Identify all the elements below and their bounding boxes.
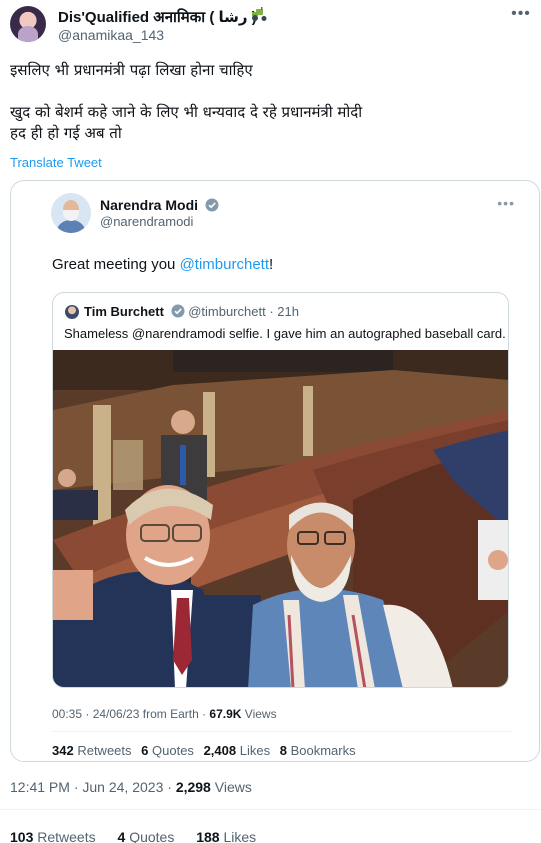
quoted-likes-count: 2,408 (203, 743, 237, 758)
tweet-text: इसलिए भी प्रधानमंत्री पढ़ा लिखा होना चाह… (10, 60, 530, 144)
quoted-likes-stat[interactable]: 2,408 Likes (204, 743, 271, 758)
inner-tweet-text: Shameless @narendramodi selfie. I gave h… (64, 326, 506, 341)
tractor-icon (252, 7, 267, 21)
timestamp-separator-1: · (69, 779, 83, 795)
inner-author-header: Tim Burchett @timburchett · 21h (84, 304, 299, 319)
quotes-stat[interactable]: 4 Quotes (118, 829, 175, 843)
timestamp-date[interactable]: Jun 24, 2023 (82, 779, 163, 795)
quoted-bookmarks-stat[interactable]: 8 Bookmarks (280, 743, 356, 758)
quoted-bookmarks-count: 8 (279, 743, 287, 758)
quoted-quotes-stat[interactable]: 6 Quotes (141, 743, 194, 758)
timestamp-separator-2: · (163, 779, 176, 795)
quoted-retweets-label: Retweets (77, 743, 132, 758)
tweet-header: Dis'Qualified अनामिका ( رشا ) @anamikaa_… (0, 0, 541, 50)
verified-icon (205, 198, 219, 212)
tweet-stats: 103 Retweets 4 Quotes 188 Likes (10, 829, 274, 843)
quoted-meta-views: 67.9K (209, 707, 242, 721)
quoted-likes-label: Likes (239, 743, 271, 758)
quoted-text-suffix: ! (269, 256, 274, 273)
likes-label: Likes (223, 829, 257, 843)
retweets-label: Retweets (37, 829, 96, 843)
retweets-count: 103 (10, 829, 34, 843)
selfie-photo[interactable] (53, 350, 509, 688)
author-display-name[interactable]: Dis'Qualified अनामिका ( رشا ) (58, 7, 257, 27)
tweet-timestamp: 12:41 PM · Jun 24, 2023 · 2,298 Views (10, 779, 252, 795)
quoted-more-icon[interactable]: ••• (497, 195, 515, 211)
translate-tweet-link[interactable]: Translate Tweet (10, 155, 102, 170)
quoted-meta-views-label: Views (244, 707, 277, 721)
views-label: Views (214, 779, 252, 795)
quotes-label: Quotes (129, 829, 175, 843)
quoted-tweet-meta: 00:35 · 24/06/23 from Earth · 67.9K View… (52, 707, 277, 721)
quoted-retweets-stat[interactable]: 342 Retweets (52, 743, 132, 758)
inner-tweet-age: · 21h (269, 304, 299, 319)
quoted-quotes-count: 6 (141, 743, 149, 758)
quoted-retweets-count: 342 (52, 743, 74, 758)
quotes-count: 4 (117, 829, 126, 843)
tweet-line-2: खुद को बेशर्म कहे जाने के लिए भी धन्यवाद… (10, 103, 363, 121)
quoted-author-handle[interactable]: @narendramodi (100, 214, 193, 229)
quoted-author-name-text: Narendra Modi (100, 197, 199, 213)
tweet-line-spacer (10, 81, 530, 102)
inner-quoted-tweet[interactable]: Tim Burchett @timburchett · 21h Shameles… (52, 292, 509, 688)
author-handle[interactable]: @anamikaa_143 (58, 27, 164, 43)
quoted-text-prefix: Great meeting you (52, 256, 180, 273)
tweet-line-3: हद ही हो गई अब तो (10, 124, 122, 142)
quoted-divider (52, 731, 512, 732)
retweets-stat[interactable]: 103 Retweets (10, 829, 96, 843)
quoted-tweet-card[interactable]: Narendra Modi @narendramodi ••• Great me… (10, 180, 540, 762)
more-options-icon[interactable]: ••• (511, 6, 531, 26)
timestamp-time[interactable]: 12:41 PM (10, 779, 70, 795)
mention-link[interactable]: @timburchett (180, 256, 269, 273)
views-count: 2,298 (175, 779, 211, 795)
quoted-stats: 342 Retweets 6 Quotes 2,408 Likes 8 Book… (52, 743, 362, 758)
likes-stat[interactable]: 188 Likes (196, 829, 256, 843)
quoted-author-name[interactable]: Narendra Modi (100, 197, 219, 213)
inner-author-name[interactable]: Tim Burchett (84, 304, 164, 319)
likes-count: 188 (196, 829, 220, 843)
author-avatar[interactable] (10, 6, 46, 42)
quoted-quotes-label: Quotes (152, 743, 194, 758)
stats-divider (0, 809, 541, 810)
quoted-bookmarks-label: Bookmarks (290, 743, 356, 758)
tweet-line-1: इसलिए भी प्रधानमंत्री पढ़ा लिखा होना चाह… (10, 61, 253, 79)
quoted-author-avatar[interactable] (51, 193, 91, 233)
quoted-tweet-text: Great meeting you @timburchett! (52, 256, 273, 273)
inner-author-avatar[interactable] (65, 305, 79, 319)
quoted-meta-time[interactable]: 00:35 · 24/06/23 from Earth · (52, 707, 209, 721)
inner-author-handle[interactable]: @timburchett (188, 304, 266, 319)
inner-verified-icon (171, 304, 185, 318)
